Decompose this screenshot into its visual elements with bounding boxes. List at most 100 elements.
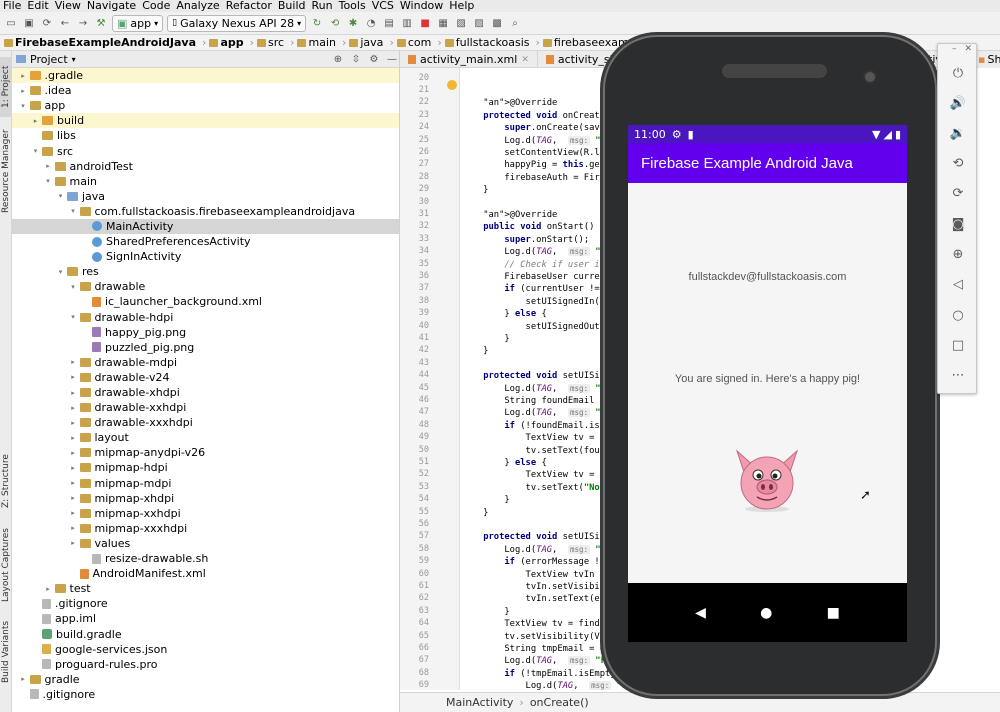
expand-arrow-icon[interactable]: ▸: [69, 358, 78, 366]
hammer-icon[interactable]: ⚒: [94, 16, 108, 30]
tab-build-variants[interactable]: Build Variants: [0, 621, 12, 683]
expand-arrow-icon[interactable]: ▾: [44, 177, 53, 185]
open-folder-icon[interactable]: ▭: [4, 16, 18, 30]
project-view-select[interactable]: Project: [30, 53, 68, 66]
save-icon[interactable]: ▣: [22, 16, 36, 30]
back-icon[interactable]: ◁: [938, 274, 978, 294]
camera-icon[interactable]: ◙: [938, 214, 978, 234]
expand-arrow-icon[interactable]: ▾: [31, 147, 40, 155]
breadcrumb-item[interactable]: src: [257, 36, 287, 49]
tree-item[interactable]: ▾ src: [12, 143, 399, 158]
tree-item[interactable]: ▸ drawable-mdpi: [12, 355, 399, 370]
lightbulb-icon[interactable]: [447, 80, 457, 90]
tree-item[interactable]: ▾ app: [12, 98, 399, 113]
tab-activity-main[interactable]: activity_main.xml ✕: [400, 51, 538, 68]
tab-structure[interactable]: Z: Structure: [0, 451, 12, 511]
forward-arrow-icon[interactable]: →: [76, 16, 90, 30]
code-line[interactable]: }: [462, 494, 509, 506]
tree-item[interactable]: ▾ com.fullstackoasis.firebaseexampleandro…: [12, 204, 399, 219]
expand-arrow-icon[interactable]: ▸: [44, 162, 53, 170]
stop-icon[interactable]: ■: [418, 16, 432, 30]
nav-recents-icon[interactable]: ■: [827, 605, 840, 621]
tab-layout-captures[interactable]: Layout Captures: [0, 528, 12, 602]
tree-item[interactable]: ▾ res: [12, 264, 399, 279]
code-line[interactable]: }: [462, 333, 509, 345]
tree-item[interactable]: ▸ mipmap-mdpi: [12, 476, 399, 491]
expand-arrow-icon[interactable]: ▸: [69, 419, 78, 427]
expand-arrow-icon[interactable]: ▸: [69, 434, 78, 442]
expand-arrow-icon[interactable]: ▸: [69, 389, 78, 397]
expand-arrow-icon[interactable]: ▸: [69, 464, 78, 472]
search-icon[interactable]: ⌕: [508, 16, 522, 30]
tree-item[interactable]: google-services.json: [12, 642, 399, 657]
device-file-icon[interactable]: ▩: [490, 16, 504, 30]
code-line[interactable]: }: [462, 345, 488, 357]
expand-arrow-icon[interactable]: ▸: [69, 494, 78, 502]
tree-item[interactable]: .gitignore: [12, 596, 399, 611]
tree-item[interactable]: proguard-rules.pro: [12, 657, 399, 672]
tree-item[interactable]: ▾ main: [12, 174, 399, 189]
device-screen[interactable]: 11:00 ⚙ ▮ ▼ ◢ ▮ Firebase Example Android Jav…: [628, 125, 907, 642]
tree-item[interactable]: .gitignore: [12, 687, 399, 702]
tree-item[interactable]: ▸ .idea: [12, 83, 399, 98]
tree-item[interactable]: ▸ androidTest: [12, 159, 399, 174]
tree-item[interactable]: ▸ values: [12, 536, 399, 551]
status-crumb-method[interactable]: onCreate(): [530, 696, 589, 709]
avd-manager-icon[interactable]: ▦: [436, 16, 450, 30]
tree-item[interactable]: MainActivity: [12, 218, 399, 235]
home-icon[interactable]: ○: [938, 305, 978, 325]
tree-item[interactable]: ▸ drawable-xxhdpi: [12, 400, 399, 415]
rotate-right-icon[interactable]: ⟳: [938, 183, 978, 203]
tree-item[interactable]: ▸ drawable-v24: [12, 370, 399, 385]
menu-edit[interactable]: Edit: [24, 0, 51, 12]
tree-item[interactable]: build.gradle: [12, 626, 399, 641]
tab-project[interactable]: 1: Project: [0, 57, 12, 117]
breadcrumb-item[interactable]: fullstackoasis: [444, 36, 533, 49]
breadcrumb-item[interactable]: main: [297, 36, 338, 49]
tree-item[interactable]: ▾ drawable: [12, 279, 399, 294]
tree-item[interactable]: ▸ test: [12, 581, 399, 596]
tree-item[interactable]: ▾ java: [12, 189, 399, 204]
tree-item[interactable]: libs: [12, 128, 399, 143]
back-arrow-icon[interactable]: ←: [58, 16, 72, 30]
expand-arrow-icon[interactable]: ▾: [69, 283, 78, 291]
overview-icon[interactable]: □: [938, 335, 978, 355]
expand-arrow-icon[interactable]: ▸: [69, 479, 78, 487]
tree-item[interactable]: happy_pig.png: [12, 325, 399, 340]
collapse-icon[interactable]: ⇳: [349, 52, 363, 66]
tree-item[interactable]: ▸ gradle: [12, 672, 399, 687]
menu-refactor[interactable]: Refactor: [223, 0, 275, 12]
menu-vcs[interactable]: VCS: [369, 0, 397, 12]
code-line[interactable]: }: [462, 507, 488, 519]
tree-item[interactable]: ▸ mipmap-anydpi-v26: [12, 445, 399, 460]
gear-icon[interactable]: ⚙: [367, 52, 381, 66]
power-icon[interactable]: ⏻: [938, 63, 978, 83]
code-line[interactable]: super.onStart();: [462, 234, 589, 246]
code-line[interactable]: } else {: [462, 308, 546, 320]
expand-arrow-icon[interactable]: ▸: [69, 539, 78, 547]
code-line[interactable]: "an">@Override: [462, 209, 557, 221]
breadcrumb-item[interactable]: FirebaseExampleAndroidJava: [4, 36, 199, 49]
expand-arrow-icon[interactable]: ▸: [19, 675, 28, 683]
breadcrumb-item[interactable]: com: [396, 36, 435, 49]
expand-arrow-icon[interactable]: ▸: [19, 87, 28, 95]
code-line[interactable]: }: [462, 184, 488, 196]
expand-arrow-icon[interactable]: ▾: [56, 192, 65, 200]
volume-up-icon[interactable]: 🔊: [938, 93, 978, 113]
expand-arrow-icon[interactable]: ▸: [69, 449, 78, 457]
device-select[interactable]: ▯ Galaxy Nexus API 28 ▾: [167, 14, 307, 32]
tree-item[interactable]: puzzled_pig.png: [12, 340, 399, 355]
close-icon[interactable]: ✕: [521, 55, 529, 65]
nav-back-icon[interactable]: ◀: [695, 605, 706, 621]
expand-arrow-icon[interactable]: ▾: [69, 207, 78, 215]
module-select[interactable]: ▣ app ▾: [112, 14, 164, 32]
tree-item[interactable]: ▸ mipmap-xxxhdpi: [12, 521, 399, 536]
coverage-icon[interactable]: ▤: [382, 16, 396, 30]
expand-arrow-icon[interactable]: ▾: [69, 313, 78, 321]
menu-analyze[interactable]: Analyze: [173, 0, 222, 12]
status-crumb-class[interactable]: MainActivity: [446, 696, 513, 709]
nav-home-icon[interactable]: ●: [760, 605, 772, 621]
tree-item[interactable]: ▸ layout: [12, 430, 399, 445]
breadcrumb-item[interactable]: java: [349, 36, 386, 49]
locate-icon[interactable]: ⊕: [331, 52, 345, 66]
